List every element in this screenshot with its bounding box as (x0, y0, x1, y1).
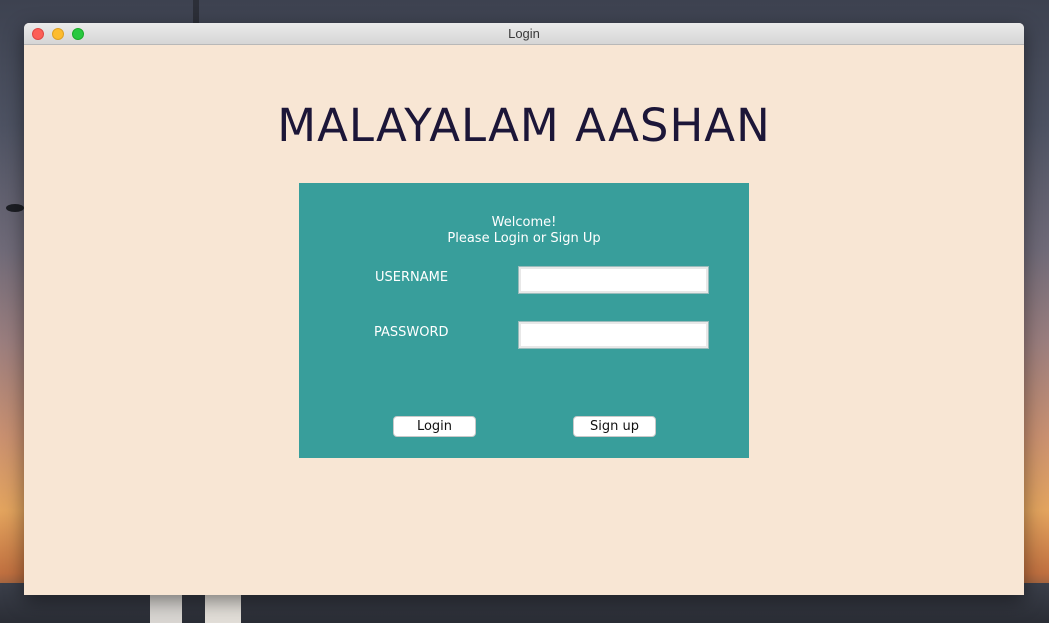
welcome-message: Welcome! Please Login or Sign Up (299, 215, 749, 247)
building (150, 593, 182, 623)
signup-button[interactable]: Sign up (573, 416, 656, 437)
login-button[interactable]: Login (393, 416, 476, 437)
login-panel: Welcome! Please Login or Sign Up USERNAM… (299, 183, 749, 458)
plane-silhouette (6, 204, 24, 212)
password-label: PASSWORD (374, 325, 449, 340)
password-input[interactable] (518, 321, 709, 349)
welcome-heading: Welcome! (491, 215, 557, 230)
welcome-subtext: Please Login or Sign Up (447, 231, 601, 246)
login-window: Login MALAYALAM AASHAN Welcome! Please L… (24, 23, 1024, 595)
username-label: USERNAME (375, 270, 449, 285)
app-title: MALAYALAM AASHAN (277, 99, 771, 152)
tower-silhouette (193, 0, 199, 24)
username-input[interactable] (518, 266, 709, 294)
window-titlebar[interactable]: Login (24, 23, 1024, 45)
window-title: Login (508, 26, 540, 41)
building (205, 593, 241, 623)
